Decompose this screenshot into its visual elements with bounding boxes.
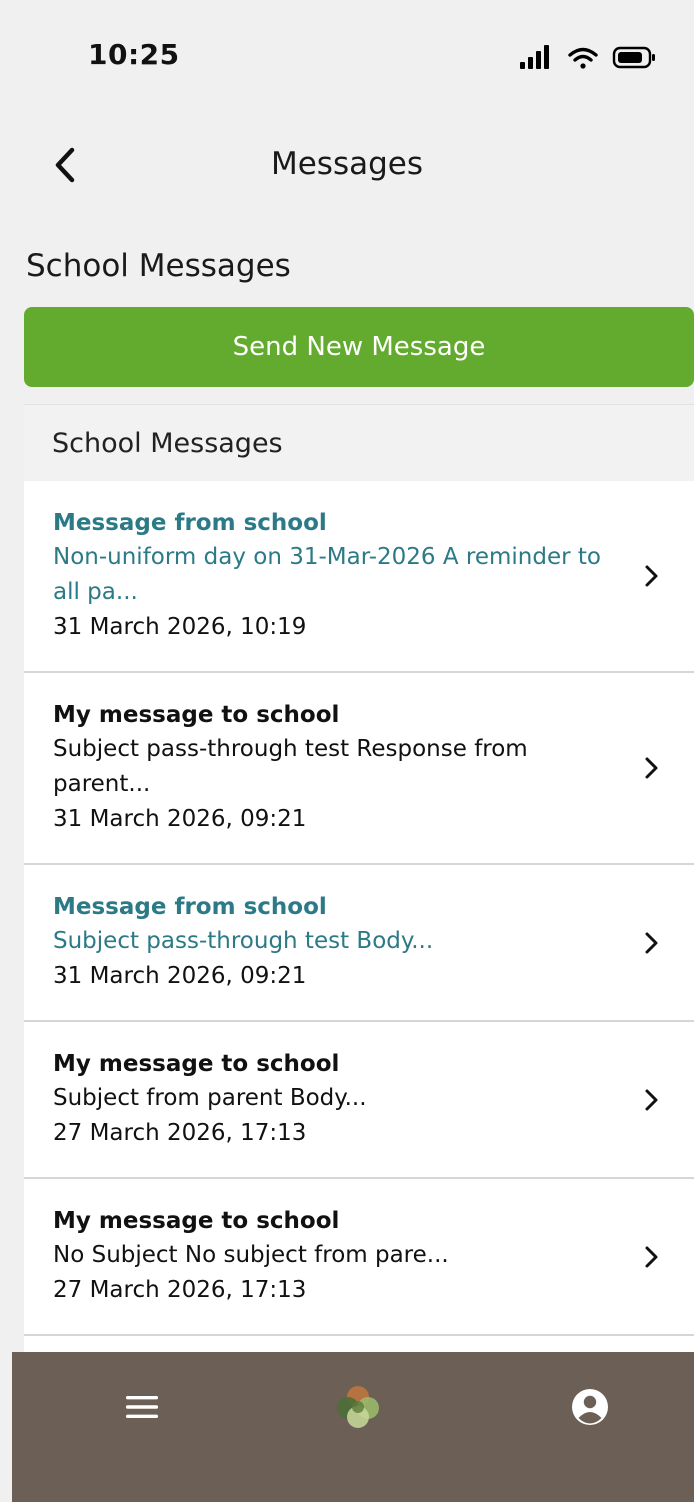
app-logo-icon (337, 1386, 379, 1428)
message-date: 27 March 2026, 17:13 (53, 1120, 307, 1146)
profile-button[interactable] (560, 1382, 620, 1432)
message-preview: Subject pass-through test Response from … (53, 736, 528, 797)
user-profile-icon (572, 1389, 608, 1425)
messages-screen: 10:25 Messages School Messages Send New … (0, 0, 694, 1502)
page-title: Messages (270, 146, 424, 182)
bottom-nav-bar (12, 1352, 694, 1502)
message-row[interactable]: My message to school Subject from parent… (24, 1022, 694, 1179)
panel-header: School Messages (24, 405, 694, 481)
signal-icon (520, 45, 549, 69)
message-title: My message to school (53, 1208, 340, 1234)
message-preview: Subject from parent Body... (53, 1085, 367, 1111)
message-list: Message from school Non-uniform day on 3… (24, 481, 694, 1336)
message-date: 31 March 2026, 09:21 (53, 963, 307, 989)
nav-header: Messages (0, 120, 694, 210)
chevron-right-icon (645, 565, 658, 587)
message-preview: Non-uniform day on 31-Mar-2026 A reminde… (53, 544, 601, 605)
battery-icon (612, 46, 655, 69)
chevron-right-icon (645, 932, 658, 953)
chevron-right-icon (645, 1089, 658, 1110)
message-title: Message from school (53, 510, 327, 536)
status-time: 10:25 (88, 38, 180, 71)
chevron-right-icon (645, 1246, 658, 1267)
menu-button[interactable] (112, 1382, 172, 1432)
message-preview: No Subject No subject from pare... (53, 1242, 449, 1268)
message-preview: Subject pass-through test Body... (53, 928, 434, 954)
status-bar: 10:25 (0, 0, 694, 110)
send-new-message-button[interactable]: Send New Message (24, 307, 694, 387)
message-date: 31 March 2026, 09:21 (53, 806, 307, 832)
message-row[interactable]: My message to school No Subject No subje… (24, 1179, 694, 1336)
hamburger-menu-icon (126, 1396, 158, 1418)
message-row[interactable]: Message from school Subject pass-through… (24, 865, 694, 1022)
message-row[interactable]: My message to school Subject pass-throug… (24, 673, 694, 865)
message-row[interactable]: Message from school Non-uniform day on 3… (24, 481, 694, 673)
messages-panel: School Messages Message from school Non-… (24, 404, 694, 1354)
message-date: 31 March 2026, 10:19 (53, 614, 307, 640)
home-button[interactable] (328, 1382, 388, 1432)
message-date: 27 March 2026, 17:13 (53, 1277, 307, 1303)
wifi-icon (568, 47, 598, 69)
chevron-right-icon (645, 757, 658, 779)
message-title: My message to school (53, 1051, 340, 1077)
section-heading: School Messages (26, 248, 291, 284)
status-icons (520, 45, 655, 69)
message-title: My message to school (53, 702, 340, 728)
message-title: Message from school (53, 894, 327, 920)
